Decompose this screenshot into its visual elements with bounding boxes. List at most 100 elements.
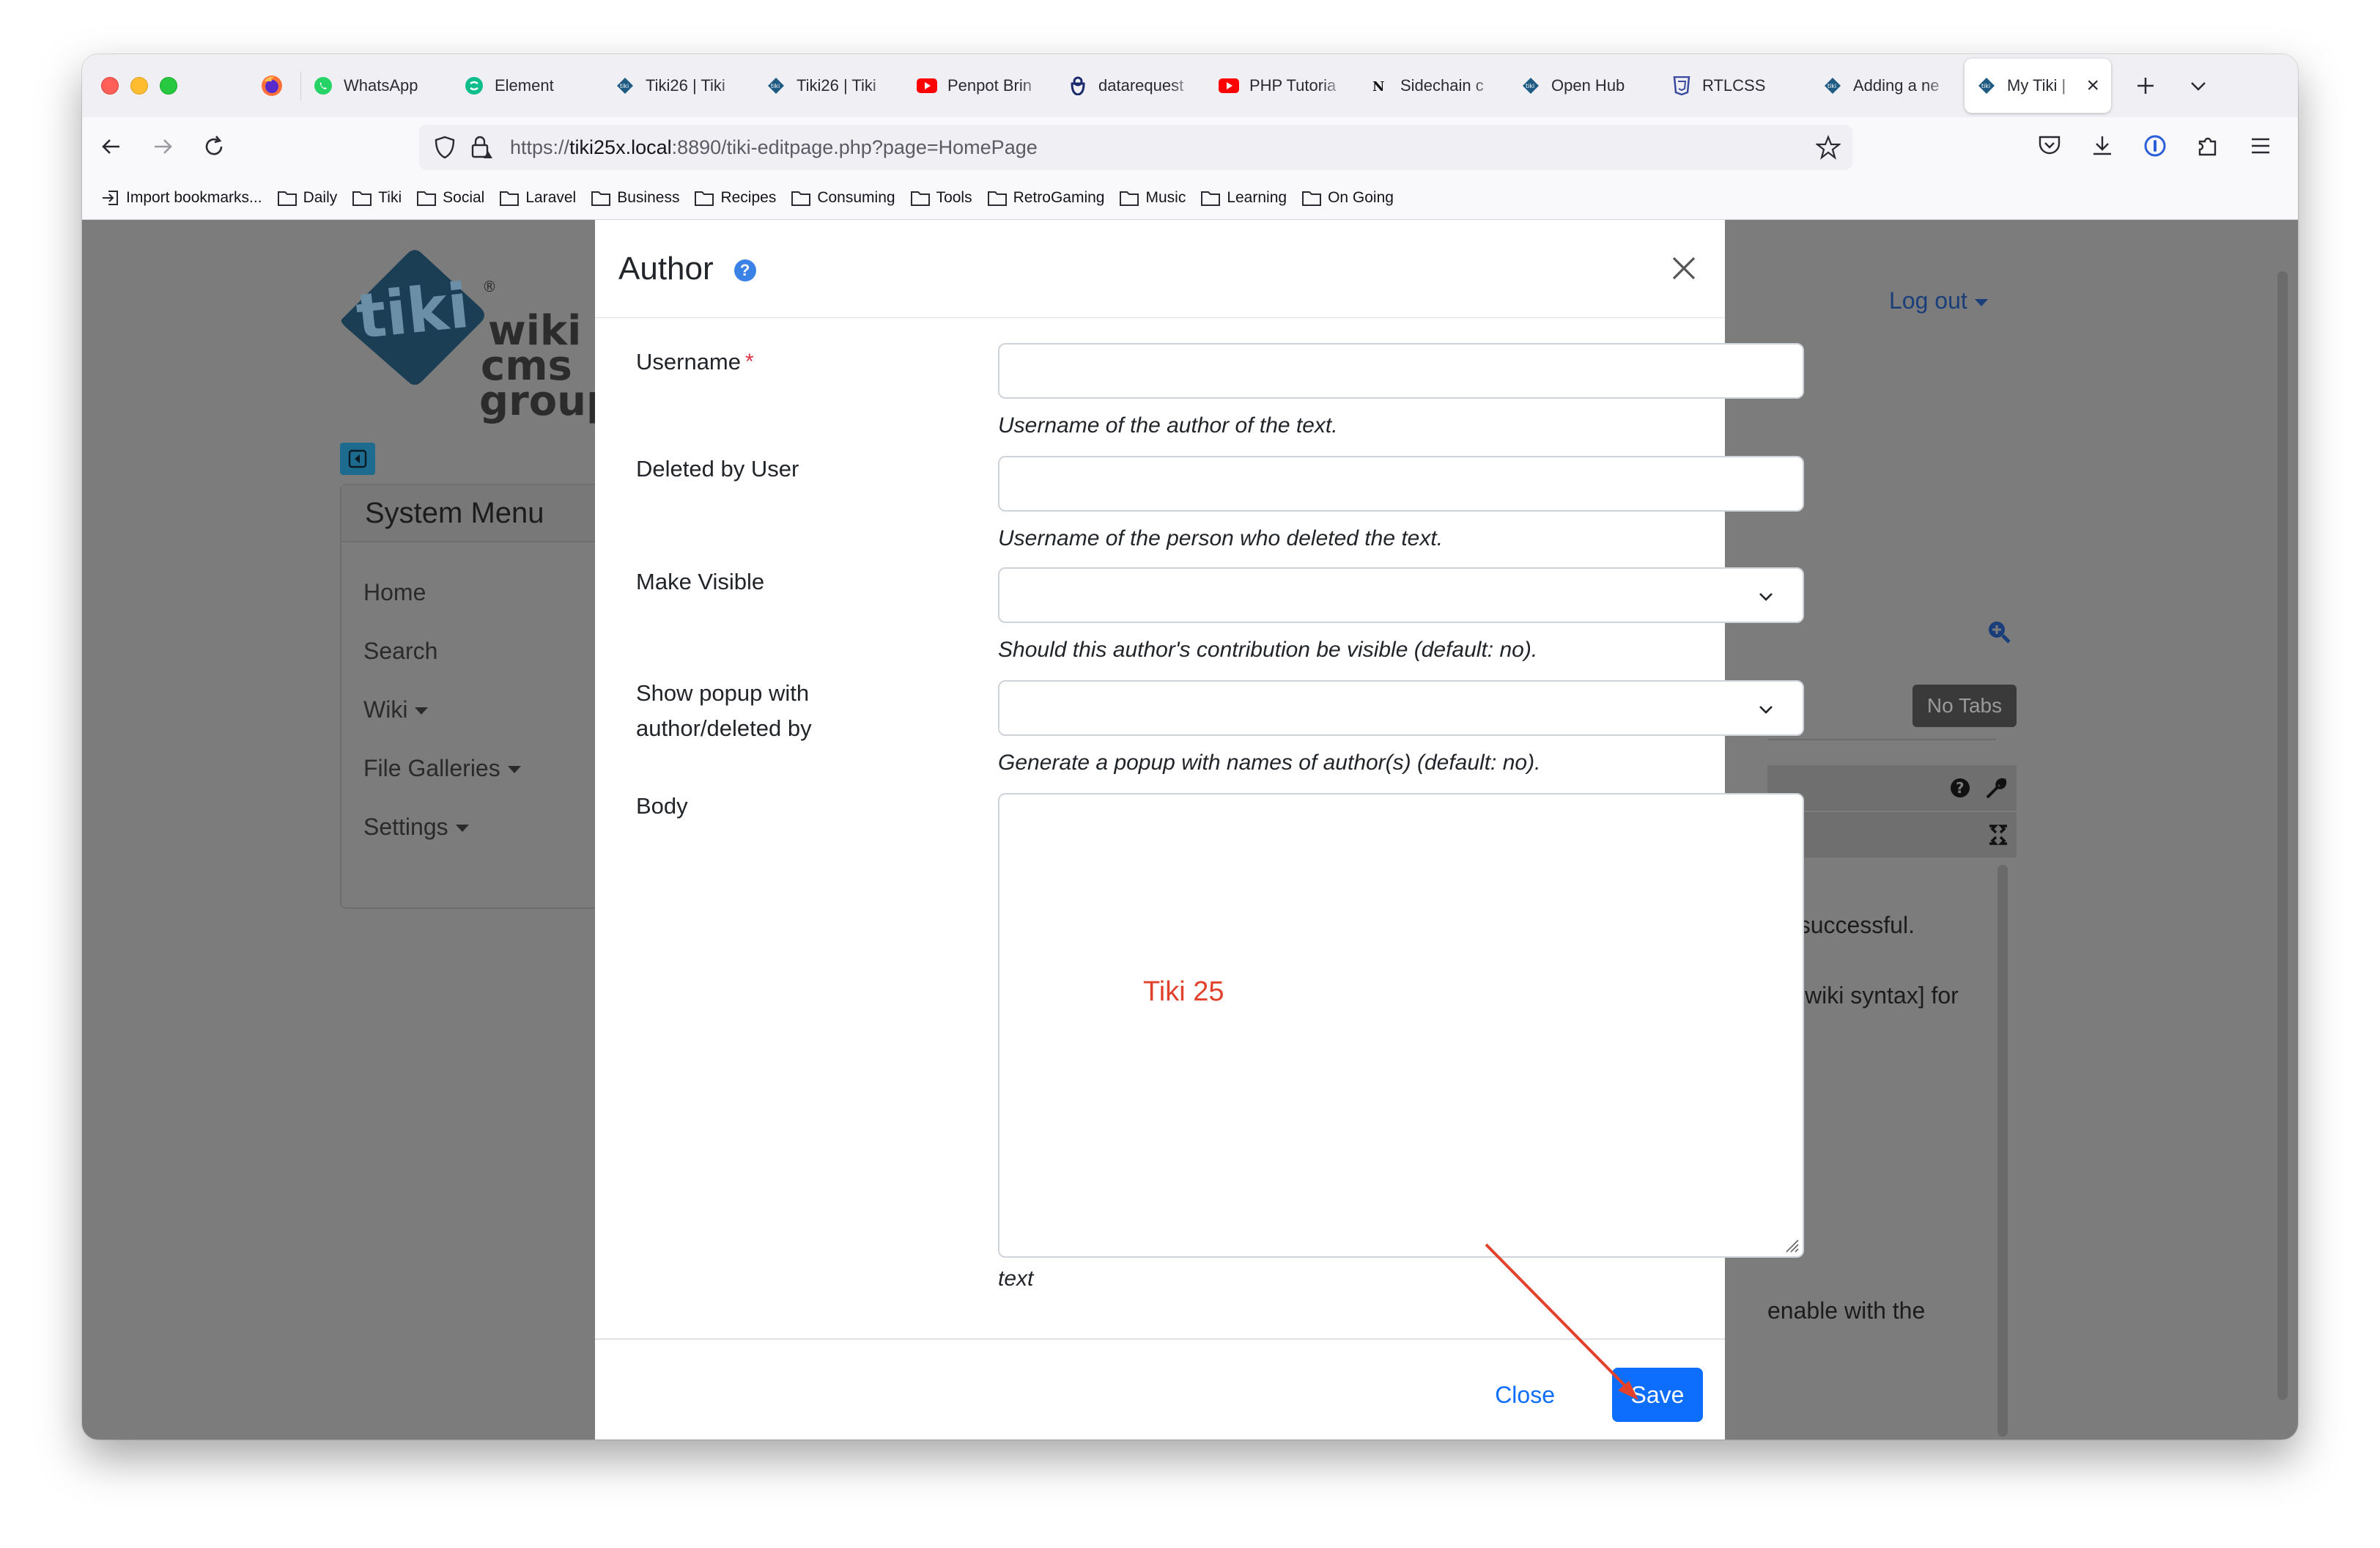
- help-circle-icon[interactable]: ?: [1949, 777, 1971, 799]
- username-input[interactable]: [998, 343, 1804, 399]
- folder-icon: [1201, 191, 1221, 206]
- youtube-icon: [917, 75, 937, 96]
- maximize-window-button[interactable]: [160, 77, 177, 95]
- menu-item-label: File Galleries: [363, 754, 500, 781]
- bookmark-folder-social[interactable]: Social: [416, 189, 484, 207]
- page-scrollbar[interactable]: [2277, 271, 2288, 1400]
- bookmark-folder-tiki[interactable]: Tiki: [352, 189, 402, 207]
- tab-tiki26-a[interactable]: tiki Tiki26 | Tiki: [603, 59, 754, 113]
- bookmark-label: Social: [443, 188, 485, 206]
- caret-down-icon: [455, 825, 469, 832]
- tiki-icon: tiki: [766, 75, 786, 96]
- question-help-icon[interactable]: ?: [733, 259, 756, 281]
- password-manager-button[interactable]: [2134, 125, 2176, 167]
- bookmark-star-icon[interactable]: [1816, 135, 1841, 160]
- show-popup-select[interactable]: [998, 680, 1804, 736]
- caret-down-icon: [507, 766, 521, 773]
- arrow-right-icon: [155, 139, 172, 154]
- extensions-button[interactable]: [2187, 125, 2229, 167]
- deleted-by-input[interactable]: [998, 456, 1804, 512]
- tab-adding-a-new[interactable]: tiki Adding a ne: [1811, 59, 1962, 113]
- tab-penpot[interactable]: Penpot Brin: [905, 59, 1056, 113]
- bookmark-folder-learning[interactable]: Learning: [1200, 189, 1287, 207]
- tiki-logo[interactable]: tiki ® wiki cms group: [337, 235, 616, 436]
- folder-icon: [352, 191, 372, 206]
- deleted-by-help: Username of the person who deleted the t…: [998, 526, 1444, 550]
- address-bar[interactable]: https://tiki25x.local:8890/tiki-editpage…: [419, 125, 1852, 170]
- modal-title: Author: [618, 250, 714, 287]
- make-visible-help: Should this author's contribution be vis…: [998, 638, 1538, 662]
- close-tab-icon[interactable]: ×: [2086, 73, 2099, 98]
- app-menu-button[interactable]: [2239, 125, 2282, 167]
- tab-tiki26-b[interactable]: tiki Tiki26 | Tiki: [754, 59, 905, 113]
- logout-dropdown[interactable]: Log out: [1889, 287, 1988, 314]
- fullscreen-icon[interactable]: [1987, 824, 2009, 846]
- tab-whatsapp[interactable]: WhatsApp: [301, 59, 452, 113]
- logo-mark-text: tiki: [353, 270, 473, 353]
- css3-icon: [1671, 75, 1692, 96]
- resize-handle-icon[interactable]: [1782, 1236, 1800, 1253]
- pocket-button[interactable]: [2028, 125, 2071, 167]
- make-visible-select[interactable]: [998, 567, 1804, 623]
- zoom-in-icon[interactable]: [1986, 619, 2012, 645]
- bookmark-folder-music[interactable]: Music: [1119, 189, 1186, 207]
- no-tabs-button[interactable]: No Tabs: [1912, 685, 2017, 727]
- close-button[interactable]: Close: [1495, 1368, 1555, 1422]
- tab-datarequest[interactable]: datarequest: [1056, 59, 1207, 113]
- tab-php-tutorial[interactable]: PHP Tutoria: [1207, 59, 1358, 113]
- folder-icon: [791, 191, 811, 206]
- make-visible-label: Make Visible: [636, 569, 765, 594]
- puzzle-icon: [2198, 137, 2217, 156]
- toolbar-right: [2028, 125, 2282, 167]
- tab-my-tiki[interactable]: tiki My Tiki | ×: [1965, 59, 2111, 113]
- editor-toolbar-secondary: [1767, 812, 2017, 858]
- close-window-button[interactable]: [101, 77, 119, 95]
- bookmark-folder-daily[interactable]: Daily: [277, 189, 337, 207]
- folder-icon: [910, 191, 930, 206]
- bookmark-folder-tools[interactable]: Tools: [910, 189, 972, 207]
- bookmark-folder-laravel[interactable]: Laravel: [499, 189, 576, 207]
- new-tab-button[interactable]: [2124, 64, 2167, 107]
- sidebar-toggle-button[interactable]: [340, 443, 375, 475]
- folder-icon: [500, 191, 520, 206]
- save-button[interactable]: Save: [1612, 1368, 1703, 1422]
- bookmark-import[interactable]: Import bookmarks...: [101, 188, 262, 207]
- bookmark-folder-recipes[interactable]: Recipes: [694, 189, 776, 207]
- minimize-window-button[interactable]: [130, 77, 148, 95]
- tab-rtlcss[interactable]: RTLCSS: [1660, 59, 1811, 113]
- tab-element[interactable]: Element: [452, 59, 603, 113]
- show-popup-help: Generate a popup with names of author(s)…: [998, 751, 1541, 775]
- show-popup-label-line2: author/deleted by: [636, 715, 812, 741]
- back-button[interactable]: [89, 125, 133, 169]
- bookmark-folder-consuming[interactable]: Consuming: [791, 189, 895, 207]
- whatsapp-icon: [313, 75, 333, 96]
- menu-item-label: Settings: [363, 813, 448, 840]
- shield-icon[interactable]: [434, 136, 456, 159]
- tiki-icon: tiki: [1976, 75, 1997, 96]
- bookmark-folder-retrogaming[interactable]: RetroGaming: [987, 188, 1105, 207]
- bookmark-label: Tiki: [378, 188, 402, 206]
- bookmark-label: RetroGaming: [1013, 188, 1105, 206]
- reload-button[interactable]: [192, 125, 236, 169]
- bookmark-folder-business[interactable]: Business: [591, 189, 679, 207]
- tiki-icon: tiki: [1822, 75, 1843, 96]
- tab-open-hub[interactable]: tiki Open Hub: [1509, 59, 1660, 113]
- window-controls: [101, 77, 251, 95]
- modal-close-icon[interactable]: [1665, 249, 1703, 287]
- body-textarea[interactable]: [998, 793, 1804, 1258]
- url-text[interactable]: https://tiki25x.local:8890/tiki-editpage…: [510, 136, 1038, 159]
- forward-button[interactable]: [141, 125, 185, 169]
- 1password-icon: [2144, 135, 2166, 157]
- downloads-button[interactable]: [2081, 125, 2124, 167]
- chevron-down-icon: [1759, 593, 1773, 601]
- caret-down-icon: [1974, 298, 1988, 306]
- wrench-icon[interactable]: [1984, 775, 2009, 800]
- tab-sidechain[interactable]: N Sidechain c: [1358, 59, 1509, 113]
- lock-warning-icon[interactable]: [470, 135, 494, 160]
- firefox-view-button[interactable]: [251, 64, 293, 107]
- editor-scrollbar[interactable]: [1998, 865, 2008, 1437]
- username-help: Username of the author of the text.: [998, 413, 1338, 438]
- bookmark-folder-on-going[interactable]: On Going: [1301, 189, 1394, 207]
- arrow-left-icon: [102, 139, 119, 154]
- list-all-tabs-button[interactable]: [2177, 64, 2220, 107]
